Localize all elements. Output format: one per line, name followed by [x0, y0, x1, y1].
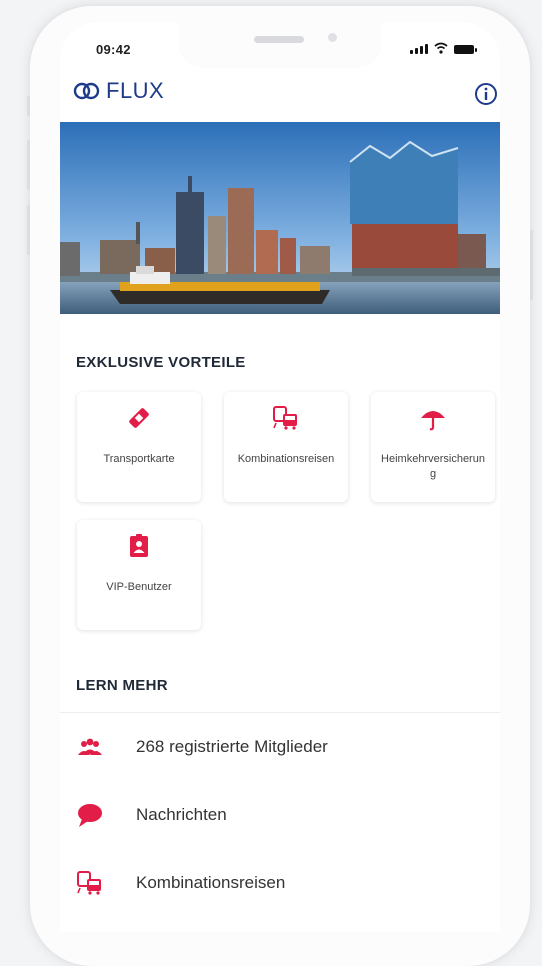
umbrella-icon: [421, 411, 445, 431]
benefit-label: VIP-Benutzer: [106, 581, 172, 593]
train-bus-icon: [273, 406, 297, 430]
app-bar: FLUX: [60, 74, 500, 120]
status-icons: [410, 42, 477, 54]
list-item-label: Kombinationsreisen: [136, 873, 286, 892]
train-bus-icon: [77, 871, 101, 895]
signal-icon: [410, 44, 428, 54]
ticket-icon: [129, 408, 149, 428]
battery-icon: [454, 45, 477, 54]
chat-bubble-icon: [78, 804, 102, 827]
members-icon: [78, 738, 102, 755]
list-item-members[interactable]: 268 registrierte Mitglieder: [60, 713, 500, 781]
notch: [178, 22, 382, 68]
side-button: [27, 140, 30, 190]
learn-more-list: 268 registrierte Mitglieder Nachrichten …: [60, 712, 500, 917]
brand-name: FLUX: [106, 78, 165, 103]
benefit-card-vip[interactable]: VIP-Benutzer: [77, 520, 201, 630]
phone-screen: 09:42 FLUX EXKLUSIVE VORTEILE Transportk…: [60, 22, 500, 932]
section-title-benefits: EXKLUSIVE VORTEILE: [76, 354, 246, 371]
benefit-label: Heimkehrversicherung: [381, 453, 485, 480]
side-button: [27, 96, 30, 116]
benefit-card-combination[interactable]: Kombinationsreisen: [224, 392, 348, 502]
list-item-label: Nachrichten: [136, 805, 227, 824]
hero-city-image: [60, 122, 500, 314]
list-item-news[interactable]: Nachrichten: [60, 781, 500, 849]
list-item-combination-trips[interactable]: Kombinationsreisen: [60, 849, 500, 917]
camera: [328, 33, 337, 42]
info-icon[interactable]: [474, 82, 498, 106]
side-button: [530, 230, 533, 300]
benefit-label: Kombinationsreisen: [237, 453, 335, 465]
status-time: 09:42: [96, 42, 131, 57]
benefit-card-insurance[interactable]: Heimkehrversicherung: [371, 392, 495, 502]
side-button: [27, 205, 30, 255]
benefit-label: Transportkarte: [103, 453, 175, 465]
section-title-learn-more: LERN MEHR: [76, 677, 168, 694]
flux-logo-icon: [73, 82, 100, 100]
badge-icon: [130, 534, 148, 557]
list-item-label: 268 registrierte Mitglieder: [136, 737, 328, 756]
brand-logo[interactable]: FLUX: [72, 78, 164, 104]
benefit-card-transport[interactable]: Transportkarte: [77, 392, 201, 502]
wifi-icon: [434, 42, 448, 54]
speaker: [254, 36, 304, 43]
